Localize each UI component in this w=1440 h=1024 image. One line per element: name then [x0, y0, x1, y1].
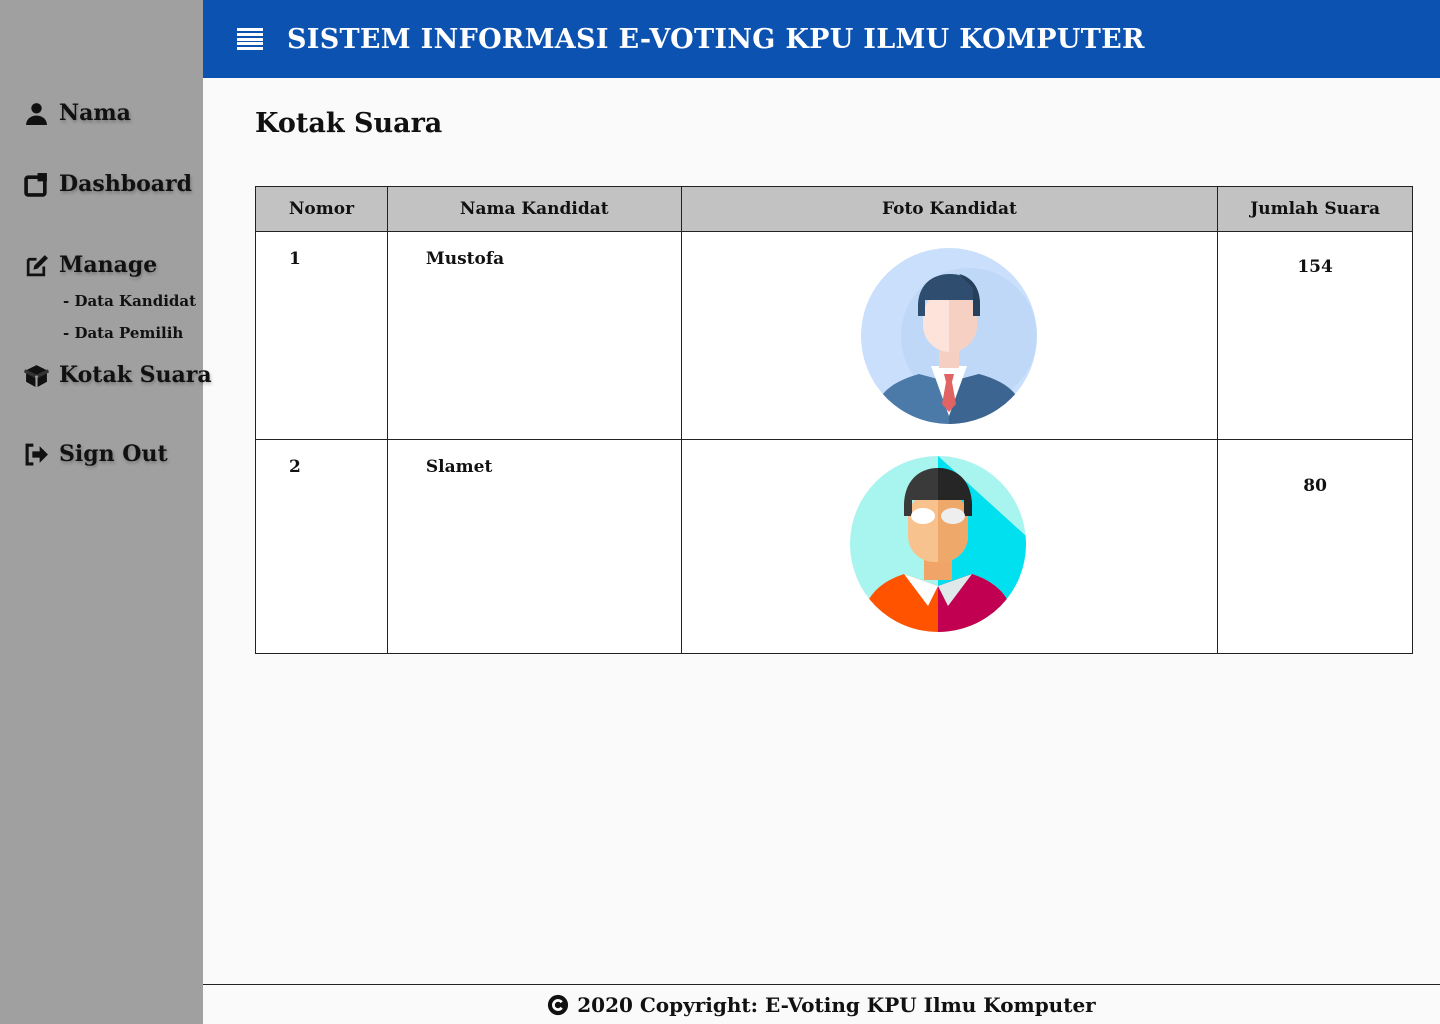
cell-nama: Slamet [386, 439, 682, 654]
copyright-icon [548, 994, 569, 1016]
sidebar-item-label: Dashboard [59, 171, 192, 197]
footer: 2020 Copyright: E-Voting KPU Ilmu Komput… [203, 986, 1440, 1024]
sidebar-item-manage[interactable]: Manage [24, 252, 157, 278]
top-header: SISTEM INFORMASI E-VOTING KPU ILMU KOMPU… [203, 0, 1440, 78]
column-header-nama: Nama Kandidat [386, 186, 682, 232]
sidebar-item-label: Nama [59, 100, 131, 126]
cell-jumlah: 154 [1217, 231, 1413, 440]
table-row: 2 Slamet 80 [255, 439, 1413, 654]
sidebar: Nama Dashboard Manage - Data Kandidat - … [0, 0, 212, 1024]
footer-text: 2020 Copyright: E-Voting KPU Ilmu Komput… [577, 993, 1096, 1017]
cell-nama: Mustofa [386, 231, 682, 440]
footer-divider [203, 984, 1440, 985]
cell-nomor: 2 [255, 439, 388, 654]
box-icon [24, 364, 49, 387]
sidebar-item-label: Manage [59, 252, 158, 278]
sign-out-icon [25, 443, 48, 465]
cell-nomor: 1 [255, 231, 388, 440]
sub-item-data-kandidat[interactable]: - Data Kandidat [63, 292, 196, 310]
vote-table: Nomor Nama Kandidat Foto Kandidat Jumlah… [255, 186, 1413, 654]
column-header-jumlah: Jumlah Suara [1217, 186, 1413, 232]
cell-foto [680, 439, 1219, 654]
cell-jumlah: 80 [1217, 439, 1413, 654]
sidebar-item-sign-out[interactable]: Sign Out [24, 441, 168, 467]
app-title: SISTEM INFORMASI E-VOTING KPU ILMU KOMPU… [287, 23, 1145, 55]
page-title: Kotak Suara [255, 108, 443, 139]
user-icon [26, 102, 47, 125]
table-row: 1 Mustofa 154 [255, 231, 1413, 440]
businessman-avatar [861, 248, 1038, 424]
sidebar-item-nama[interactable]: Nama [24, 100, 131, 126]
cell-foto [680, 231, 1219, 440]
edit-icon [26, 254, 48, 276]
sidebar-item-kotak-suara[interactable]: Kotak Suara [24, 362, 212, 388]
glasses-man-avatar [850, 456, 1027, 632]
dashboard-icon [24, 172, 47, 197]
sidebar-item-dashboard[interactable]: Dashboard [24, 171, 192, 197]
column-header-foto: Foto Kandidat [680, 186, 1219, 232]
sidebar-item-label: Sign Out [59, 441, 168, 467]
sub-item-data-pemilih[interactable]: - Data Pemilih [63, 324, 183, 342]
table-header-row: Nomor Nama Kandidat Foto Kandidat Jumlah… [255, 186, 1413, 232]
column-header-nomor: Nomor [255, 186, 388, 232]
menu-icon[interactable] [237, 28, 263, 50]
sidebar-item-label: Kotak Suara [59, 362, 212, 388]
